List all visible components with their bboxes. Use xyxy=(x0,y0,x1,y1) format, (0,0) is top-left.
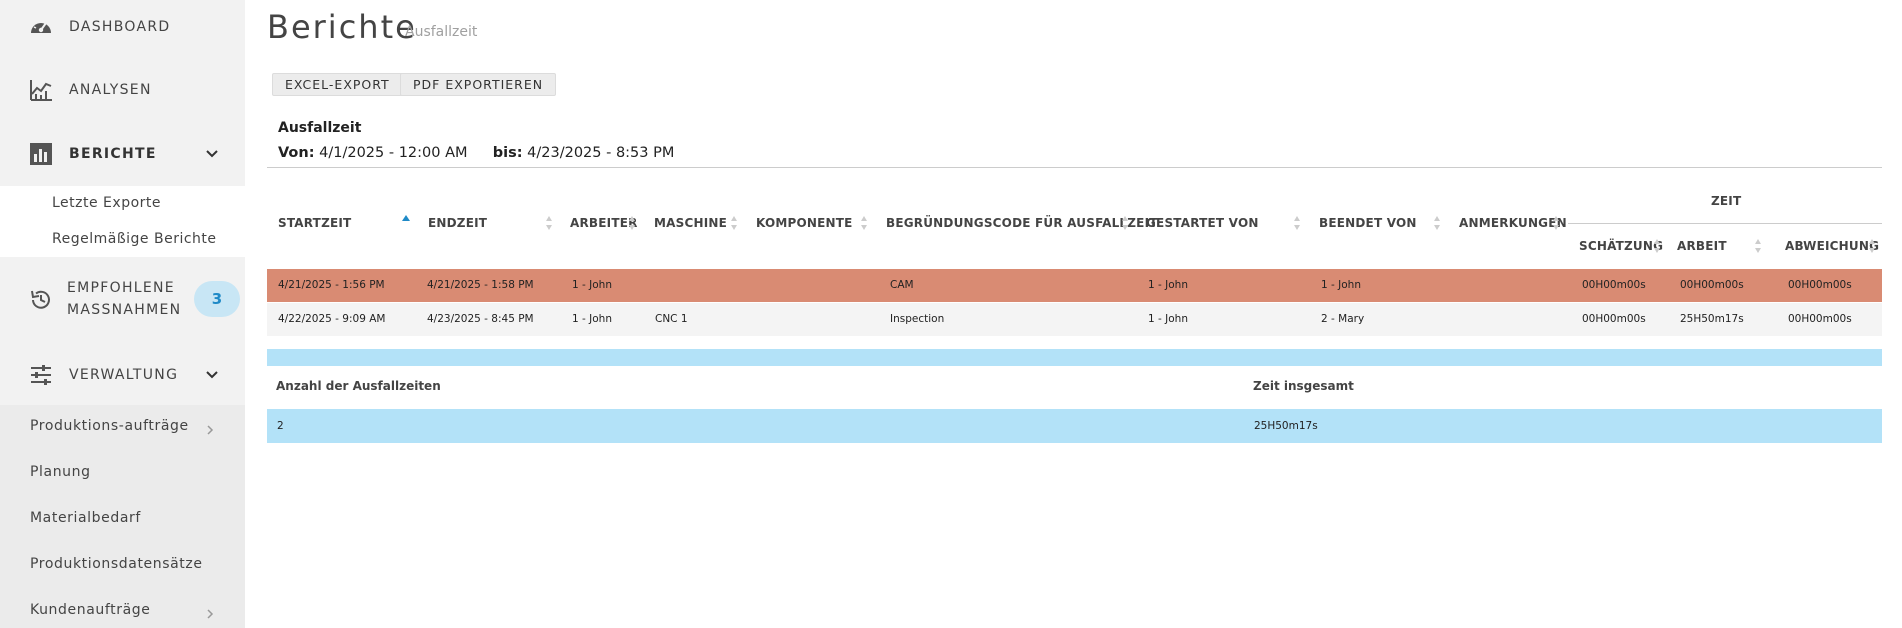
header-startzeit[interactable]: STARTZEIT xyxy=(278,216,351,230)
sort-icon[interactable] xyxy=(1653,239,1661,253)
verwaltung-submenu: Produktions-aufträge Planung Materialbed… xyxy=(0,405,245,628)
sort-icon[interactable] xyxy=(1552,216,1560,230)
cell-schaetzung: 00H00m00s xyxy=(1582,279,1646,291)
table-row[interactable]: 4/21/2025 - 1:56 PM 4/21/2025 - 1:58 PM … xyxy=(267,269,1882,302)
summary-count-label: Anzahl der Ausfallzeiten xyxy=(276,379,441,393)
sort-icon[interactable] xyxy=(1433,216,1441,230)
cell-abweichung: 00H00m00s xyxy=(1788,313,1852,325)
sort-icon[interactable] xyxy=(860,216,868,230)
summary-row: 2 25H50m17s xyxy=(267,409,1882,443)
nav-berichte[interactable]: BERICHTE xyxy=(0,141,245,167)
berichte-submenu: Letzte Exporte Regelmäßige Berichte xyxy=(0,186,245,257)
nav-verwaltung-label: VERWALTUNG xyxy=(69,367,179,383)
sliders-icon xyxy=(31,365,51,385)
submenu-letzte-exporte[interactable]: Letzte Exporte xyxy=(52,195,161,211)
nav-verwaltung[interactable]: VERWALTUNG xyxy=(0,362,245,388)
header-abweichung[interactable]: ABWEICHUNG xyxy=(1785,239,1879,253)
cell-endzeit: 4/21/2025 - 1:58 PM xyxy=(427,279,534,291)
nav-analysen-label: ANALYSEN xyxy=(69,82,152,98)
page-title: Berichte xyxy=(267,8,417,46)
report-range-title: Ausfallzeit xyxy=(278,120,362,136)
submenu-planung[interactable]: Planung xyxy=(30,464,91,480)
chevron-down-icon[interactable] xyxy=(205,368,219,382)
sort-icon[interactable] xyxy=(628,216,636,230)
cell-startzeit: 4/21/2025 - 1:56 PM xyxy=(278,279,385,291)
report-date-range: Von: 4/1/2025 - 12:00 AM bis: 4/23/2025 … xyxy=(278,145,674,161)
header-anmerkungen[interactable]: ANMERKUNGEN xyxy=(1459,216,1567,230)
sort-icon[interactable] xyxy=(1754,239,1762,253)
header-schaetzung[interactable]: SCHÄTZUNG xyxy=(1579,239,1663,253)
speedometer-icon xyxy=(31,20,51,33)
history-icon xyxy=(31,290,50,309)
cell-arbeiter: 1 - John xyxy=(572,279,612,291)
recommendations-count-badge: 3 xyxy=(194,281,240,317)
nav-berichte-label: BERICHTE xyxy=(69,146,157,162)
sort-asc-icon[interactable] xyxy=(402,214,410,228)
nav-empfohlene-label-1: EMPFOHLENE xyxy=(67,280,175,296)
cell-gestartet-von: 1 - John xyxy=(1148,313,1188,325)
cell-maschine: CNC 1 xyxy=(655,313,688,325)
submenu-regelmaessige-berichte[interactable]: Regelmäßige Berichte xyxy=(52,231,217,247)
cell-beendet-von: 1 - John xyxy=(1321,279,1361,291)
sort-icon[interactable] xyxy=(1121,216,1129,230)
cell-code: CAM xyxy=(890,279,914,291)
pdf-export-button[interactable]: PDF EXPORTIEREN xyxy=(400,73,557,96)
submenu-kundenauftraege[interactable]: Kundenaufträge xyxy=(30,602,150,618)
header-komponente[interactable]: KOMPONENTE xyxy=(756,216,853,230)
header-arbeit[interactable]: ARBEIT xyxy=(1677,239,1727,253)
nav-analysen[interactable]: ANALYSEN xyxy=(0,77,245,103)
bar-chart-icon xyxy=(30,143,52,165)
cell-endzeit: 4/23/2025 - 8:45 PM xyxy=(427,313,534,325)
cell-arbeit: 25H50m17s xyxy=(1680,313,1744,325)
to-value: 4/23/2025 - 8:53 PM xyxy=(527,145,675,161)
sort-icon[interactable] xyxy=(1868,239,1876,253)
header-maschine[interactable]: MASCHINE xyxy=(654,216,727,230)
chevron-down-icon[interactable] xyxy=(205,147,219,161)
nav-dashboard[interactable]: DASHBOARD xyxy=(0,14,245,40)
cell-beendet-von: 2 - Mary xyxy=(1321,313,1365,325)
line-chart-icon xyxy=(30,80,52,101)
table-footer-bar xyxy=(267,349,1882,366)
sort-icon[interactable] xyxy=(545,216,553,230)
header-beendet-von[interactable]: BEENDET VON xyxy=(1319,216,1417,230)
zeit-group-divider xyxy=(1568,223,1882,224)
chevron-right-icon[interactable] xyxy=(205,609,215,619)
sort-icon[interactable] xyxy=(730,216,738,230)
from-label: Von: xyxy=(278,145,315,161)
table-row[interactable]: 4/22/2025 - 9:09 AM 4/23/2025 - 8:45 PM … xyxy=(267,303,1882,336)
cell-code: Inspection xyxy=(890,313,945,325)
header-begruendungscode[interactable]: BEGRÜNDUNGSCODE FÜR AUSFALLZEIT xyxy=(886,216,1158,230)
header-zeit-group: ZEIT xyxy=(1711,194,1742,208)
divider xyxy=(267,167,1882,168)
to-label: bis: xyxy=(492,145,523,161)
sidebar: DASHBOARD ANALYSEN BERICHTE Letzte Expor… xyxy=(0,0,245,628)
submenu-produktions-auftraege[interactable]: Produktions-aufträge xyxy=(30,418,189,434)
excel-export-button[interactable]: EXCEL-EXPORT xyxy=(272,73,403,96)
page-subtitle: Ausfallzeit xyxy=(405,24,478,40)
sort-icon[interactable] xyxy=(1293,216,1301,230)
summary-total-value: 25H50m17s xyxy=(1254,420,1318,432)
submenu-materialbedarf[interactable]: Materialbedarf xyxy=(30,510,141,526)
chevron-right-icon[interactable] xyxy=(205,425,215,435)
summary-count-value: 2 xyxy=(277,420,284,432)
cell-startzeit: 4/22/2025 - 9:09 AM xyxy=(278,313,386,325)
cell-abweichung: 00H00m00s xyxy=(1788,279,1852,291)
nav-empfohlene-label-2: MASSNAHMEN xyxy=(67,302,182,318)
cell-arbeiter: 1 - John xyxy=(572,313,612,325)
cell-gestartet-von: 1 - John xyxy=(1148,279,1188,291)
header-gestartet-von[interactable]: GESTARTET VON xyxy=(1146,216,1259,230)
submenu-produktionsdatensaetze[interactable]: Produktionsdatensätze xyxy=(30,556,203,572)
cell-arbeit: 00H00m00s xyxy=(1680,279,1744,291)
nav-dashboard-label: DASHBOARD xyxy=(69,19,171,35)
summary-total-label: Zeit insgesamt xyxy=(1253,379,1354,393)
header-endzeit[interactable]: ENDZEIT xyxy=(428,216,487,230)
cell-schaetzung: 00H00m00s xyxy=(1582,313,1646,325)
from-value: 4/1/2025 - 12:00 AM xyxy=(319,145,468,161)
